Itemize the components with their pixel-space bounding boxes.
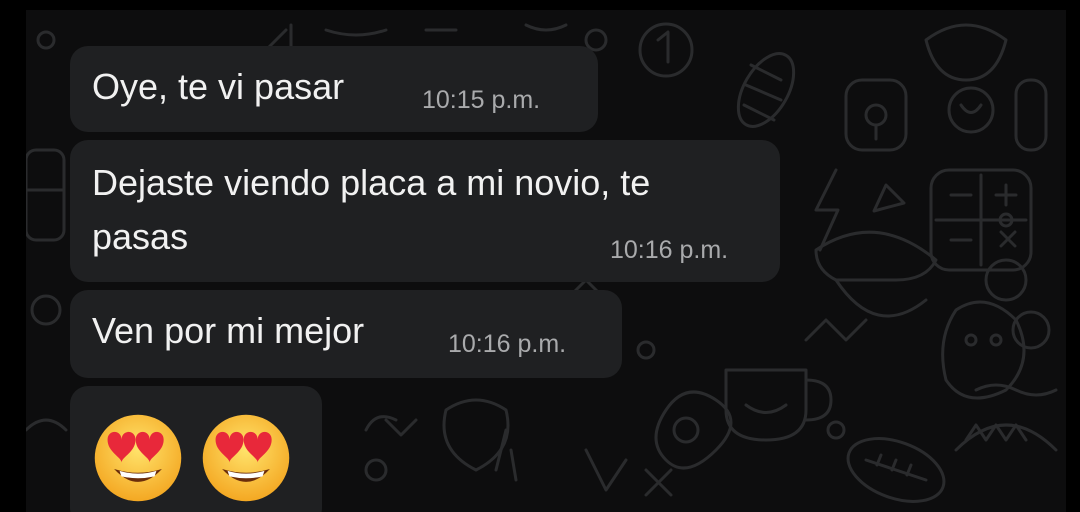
message-text: Oye, te vi pasar xyxy=(92,66,345,107)
message-time: 10:16 p.m. xyxy=(448,330,567,358)
message-bubble-3[interactable]: Ven por mi mejor 10:16 p.m. xyxy=(70,290,622,378)
frame-edge-left xyxy=(0,0,26,512)
frame-edge-right xyxy=(1066,0,1080,512)
message-text-line-2: pasas xyxy=(92,216,189,257)
message-text: Ven por mi mejor xyxy=(92,310,365,351)
message-bubble-4[interactable] xyxy=(70,386,322,512)
message-text-line-1: Dejaste viendo placa a mi novio, te xyxy=(92,162,651,203)
message-time: 10:15 p.m. xyxy=(422,86,541,114)
message-bubble-1[interactable]: Oye, te vi pasar 10:15 p.m. xyxy=(70,46,598,132)
frame-edge-top xyxy=(0,0,1080,10)
heart-eyes-emoji xyxy=(94,414,182,502)
message-bubble-2[interactable]: Dejaste viendo placa a mi novio, te pasa… xyxy=(70,140,780,282)
chat-screen: Oye, te vi pasar 10:15 p.m. Dejaste vien… xyxy=(0,0,1080,512)
heart-eyes-emoji xyxy=(202,414,290,502)
message-time: 10:16 p.m. xyxy=(610,236,729,264)
